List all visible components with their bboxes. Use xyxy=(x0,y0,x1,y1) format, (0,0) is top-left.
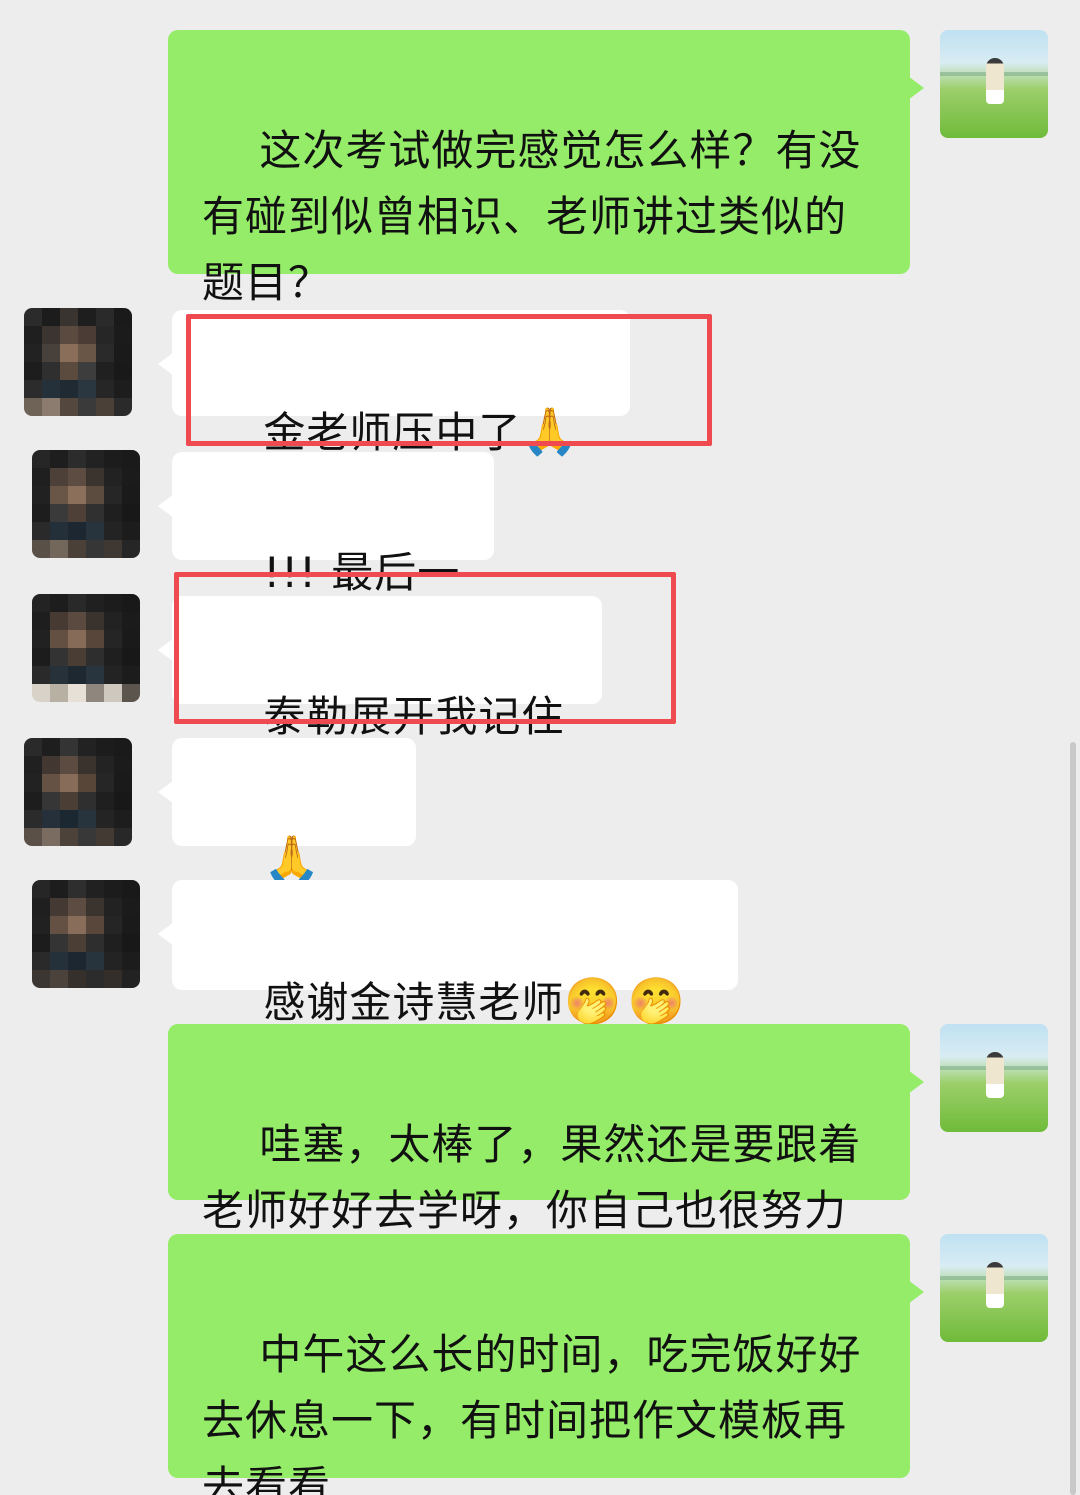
message-bubble-other[interactable]: 金老师压中了🙏🙏 xyxy=(158,310,630,526)
message-bubble-other[interactable]: 感谢金诗慧老师🤭🤭🤭 xyxy=(158,880,738,1096)
self-avatar[interactable] xyxy=(940,1234,1048,1342)
scrollbar[interactable] xyxy=(1070,742,1076,1495)
message-text: 这次考试做完感觉怎么样？有没有碰到似曾相识、老师讲过类似的题目？ xyxy=(202,126,862,307)
message-text: 感谢金诗慧老师 xyxy=(263,978,565,1027)
contact-avatar[interactable] xyxy=(32,450,140,558)
contact-avatar[interactable] xyxy=(24,738,132,846)
message-bubble-self[interactable]: 这次考试做完感觉怎么样？有没有碰到似曾相识、老师讲过类似的题目？ xyxy=(168,30,924,307)
message-text: 金老师压中了 xyxy=(263,408,522,457)
message-text: 哇塞，太棒了，果然还是要跟着老师好好去学呀，你自己也很努力 xyxy=(202,1120,862,1235)
self-avatar[interactable] xyxy=(940,30,1048,138)
message-bubble-other[interactable]: 🙏🙏🙏 xyxy=(158,738,416,954)
contact-avatar[interactable] xyxy=(24,308,132,416)
self-avatar[interactable] xyxy=(940,1024,1048,1132)
message-bubble-other[interactable]: !!! 最后一题 xyxy=(158,452,494,663)
message-bubble-self[interactable]: 哇塞，太棒了，果然还是要跟着老师好好去学呀，你自己也很努力 xyxy=(168,1024,924,1235)
contact-avatar[interactable] xyxy=(32,880,140,988)
message-text: 中午这么长的时间，吃完饭好好去休息一下，有时间把作文模板再去看看 xyxy=(202,1330,862,1495)
message-bubble-other[interactable]: 泰勒展开我记住了 xyxy=(158,596,602,807)
message-bubble-self[interactable]: 中午这么长的时间，吃完饭好好去休息一下，有时间把作文模板再去看看 xyxy=(168,1234,924,1495)
contact-avatar[interactable] xyxy=(32,594,140,702)
chat-window: 这次考试做完感觉怎么样？有没有碰到似曾相识、老师讲过类似的题目？ 金老师压中了🙏… xyxy=(0,0,1080,1495)
